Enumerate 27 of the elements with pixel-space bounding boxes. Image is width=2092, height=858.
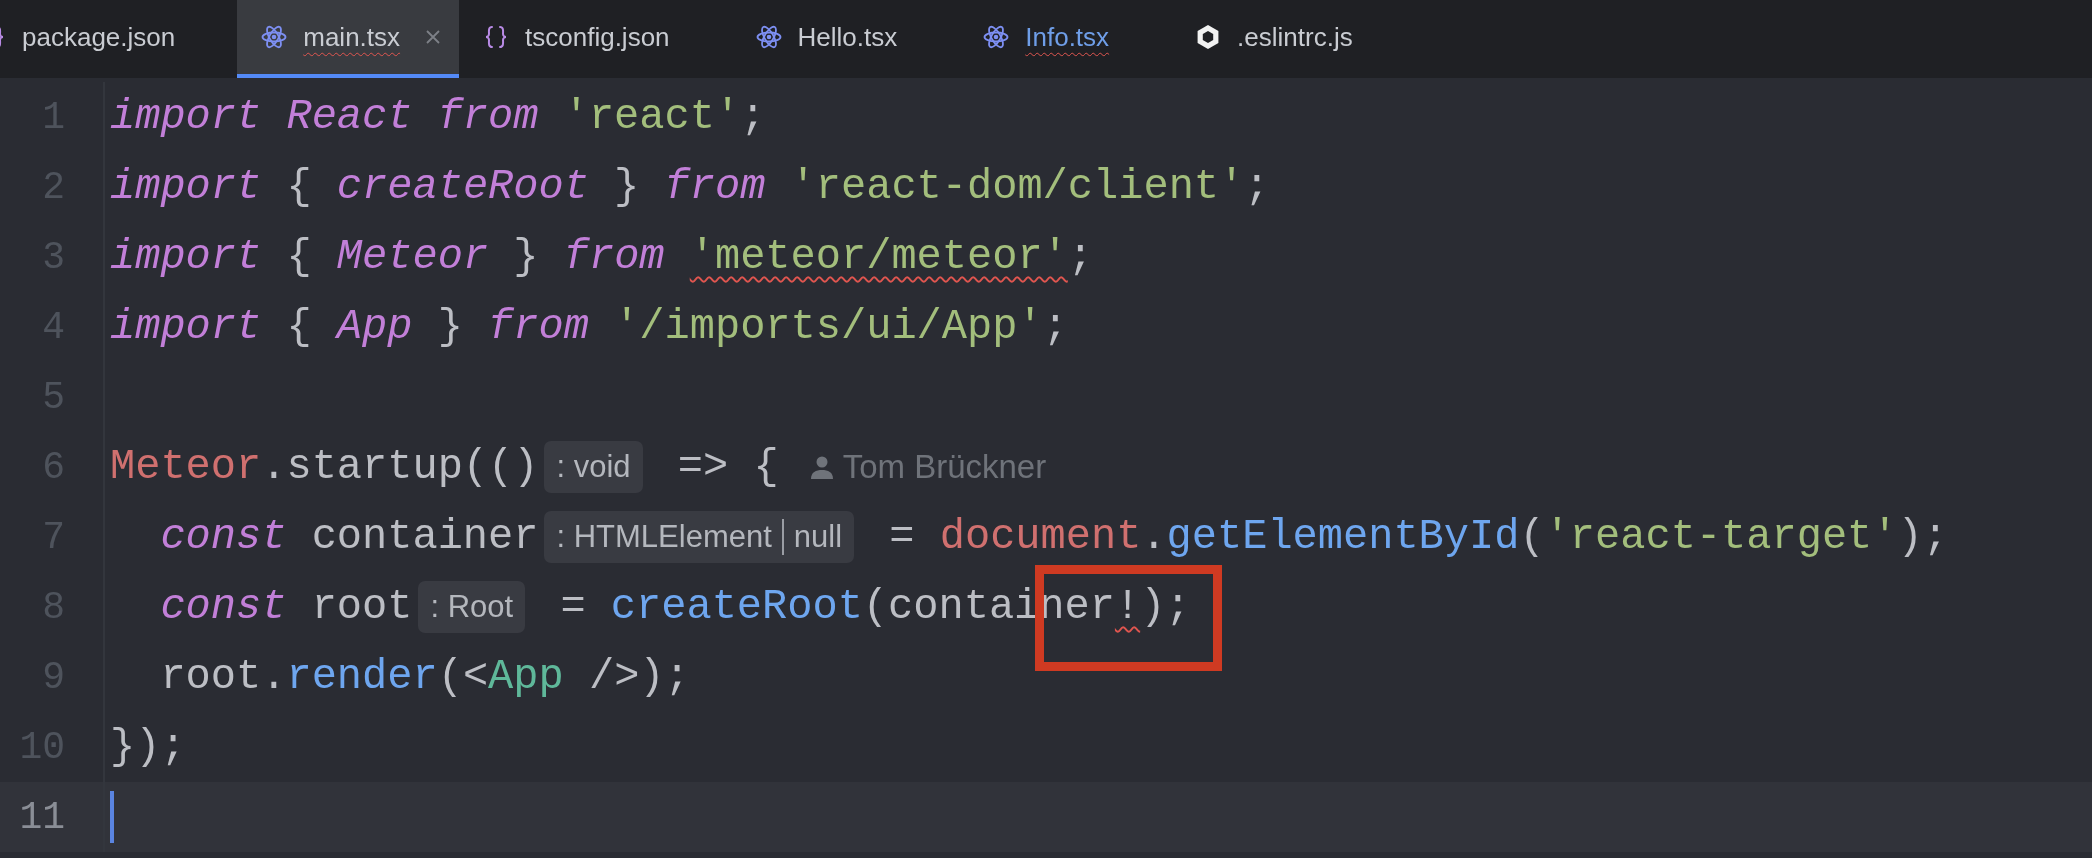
editor-tab[interactable]: main.tsx bbox=[237, 0, 460, 78]
author-hint: Tom Brückner bbox=[842, 448, 1047, 486]
person-icon bbox=[808, 454, 835, 480]
code-text: import { App } from '/imports/ui/App'; bbox=[110, 303, 1068, 351]
editor-tab[interactable]: Info.tsx bbox=[959, 0, 1172, 78]
editor-tab[interactable]: package.json bbox=[0, 0, 238, 78]
line-number: 11 bbox=[18, 795, 65, 839]
code-text: => { bbox=[676, 443, 779, 491]
text-cursor bbox=[110, 791, 114, 843]
type-hint: : HTMLElement null bbox=[544, 511, 855, 563]
editor-tab[interactable]: Hello.tsx bbox=[731, 0, 960, 78]
code-text: = document.getElementById('react-target'); bbox=[888, 513, 1948, 561]
code-text: import { createRoot } from 'react-dom/client'; bbox=[110, 163, 1270, 211]
code-text: const container bbox=[159, 513, 539, 561]
code-text: import React from 'react'; bbox=[110, 93, 766, 141]
code-text: const root bbox=[159, 583, 413, 631]
atom-icon bbox=[983, 24, 1010, 50]
code-text: import { Meteor } from 'meteor/meteor'; bbox=[110, 233, 1094, 281]
type-hint: : void bbox=[544, 441, 643, 493]
atom-icon bbox=[261, 24, 288, 50]
code-text: root.render(<App />); bbox=[159, 653, 690, 701]
editor-tab[interactable]: tsconfig.json bbox=[459, 0, 732, 78]
editor-tab[interactable]: .eslintrc.js bbox=[1171, 0, 1415, 78]
atom-icon bbox=[755, 24, 782, 50]
code-text: Meteor.startup(() bbox=[110, 443, 539, 491]
type-hint: : Root bbox=[418, 581, 526, 633]
code-text: }); bbox=[110, 723, 186, 771]
